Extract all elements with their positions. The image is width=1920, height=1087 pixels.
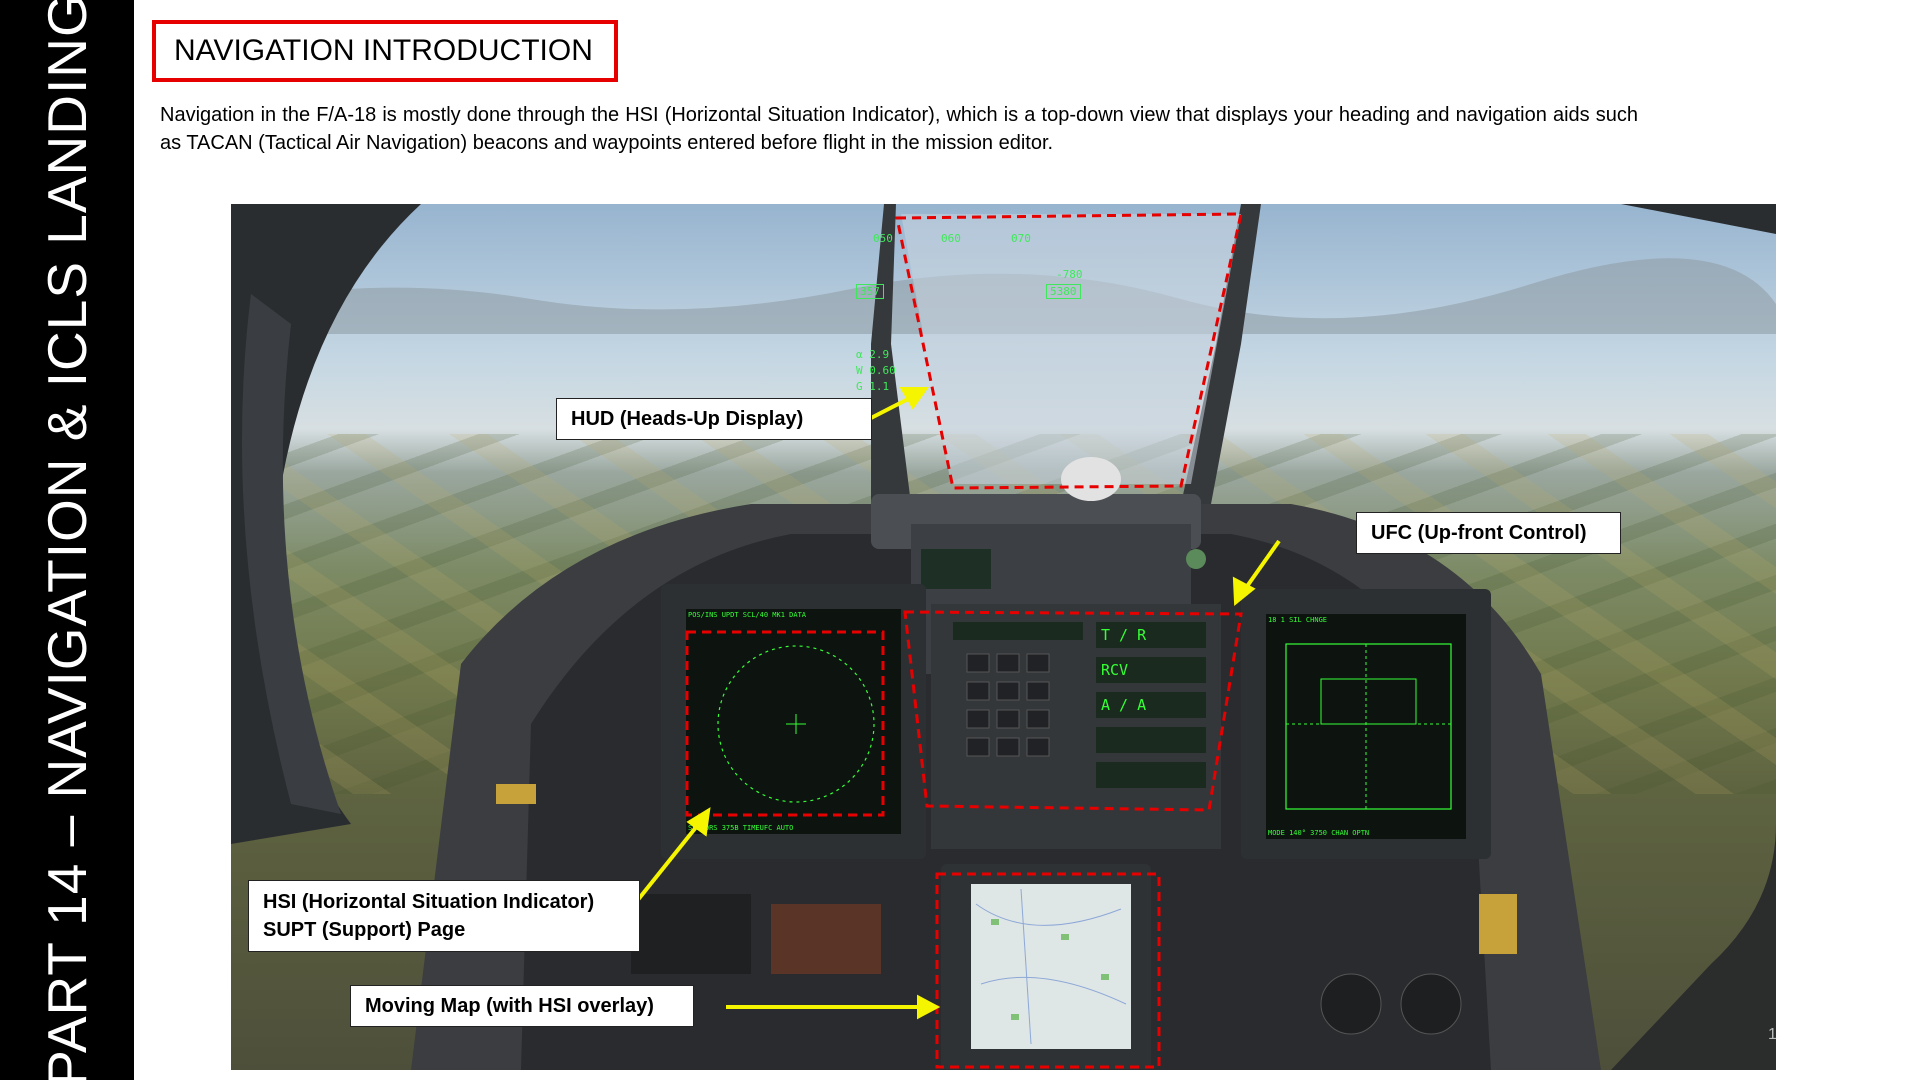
hsi-callout: HSI (Horizontal Situation Indicator) SUP… <box>248 880 640 952</box>
map-outline <box>935 872 1161 1069</box>
hsi-outline <box>685 630 885 817</box>
ufc-outline <box>903 610 1243 812</box>
sidebar: PART 14 – NAVIGATION & ICLS LANDING <box>0 0 134 1087</box>
hud-callout-label: HUD (Heads-Up Display) <box>571 408 804 430</box>
hud-callout: HUD (Heads-Up Display) <box>556 398 872 440</box>
map-callout: Moving Map (with HSI overlay) <box>350 985 694 1027</box>
page-title: NAVIGATION INTRODUCTION <box>174 34 593 67</box>
map-callout-label: Moving Map (with HSI overlay) <box>365 995 654 1017</box>
ufc-callout-label: UFC (Up-front Control) <box>1371 522 1587 544</box>
page-number: 1 <box>1768 1026 1777 1043</box>
ufc-callout: UFC (Up-front Control) <box>1356 512 1621 554</box>
hsi-callout-line2: SUPT (Support) Page <box>263 919 466 941</box>
sidebar-title: PART 14 – NAVIGATION & ICLS LANDING <box>36 0 98 1087</box>
hsi-callout-line1: HSI (Horizontal Situation Indicator) <box>263 891 595 913</box>
intro-paragraph: Navigation in the F/A-18 is mostly done … <box>160 104 1638 154</box>
page-title-box: NAVIGATION INTRODUCTION <box>152 20 618 82</box>
hud-outline <box>895 212 1243 490</box>
